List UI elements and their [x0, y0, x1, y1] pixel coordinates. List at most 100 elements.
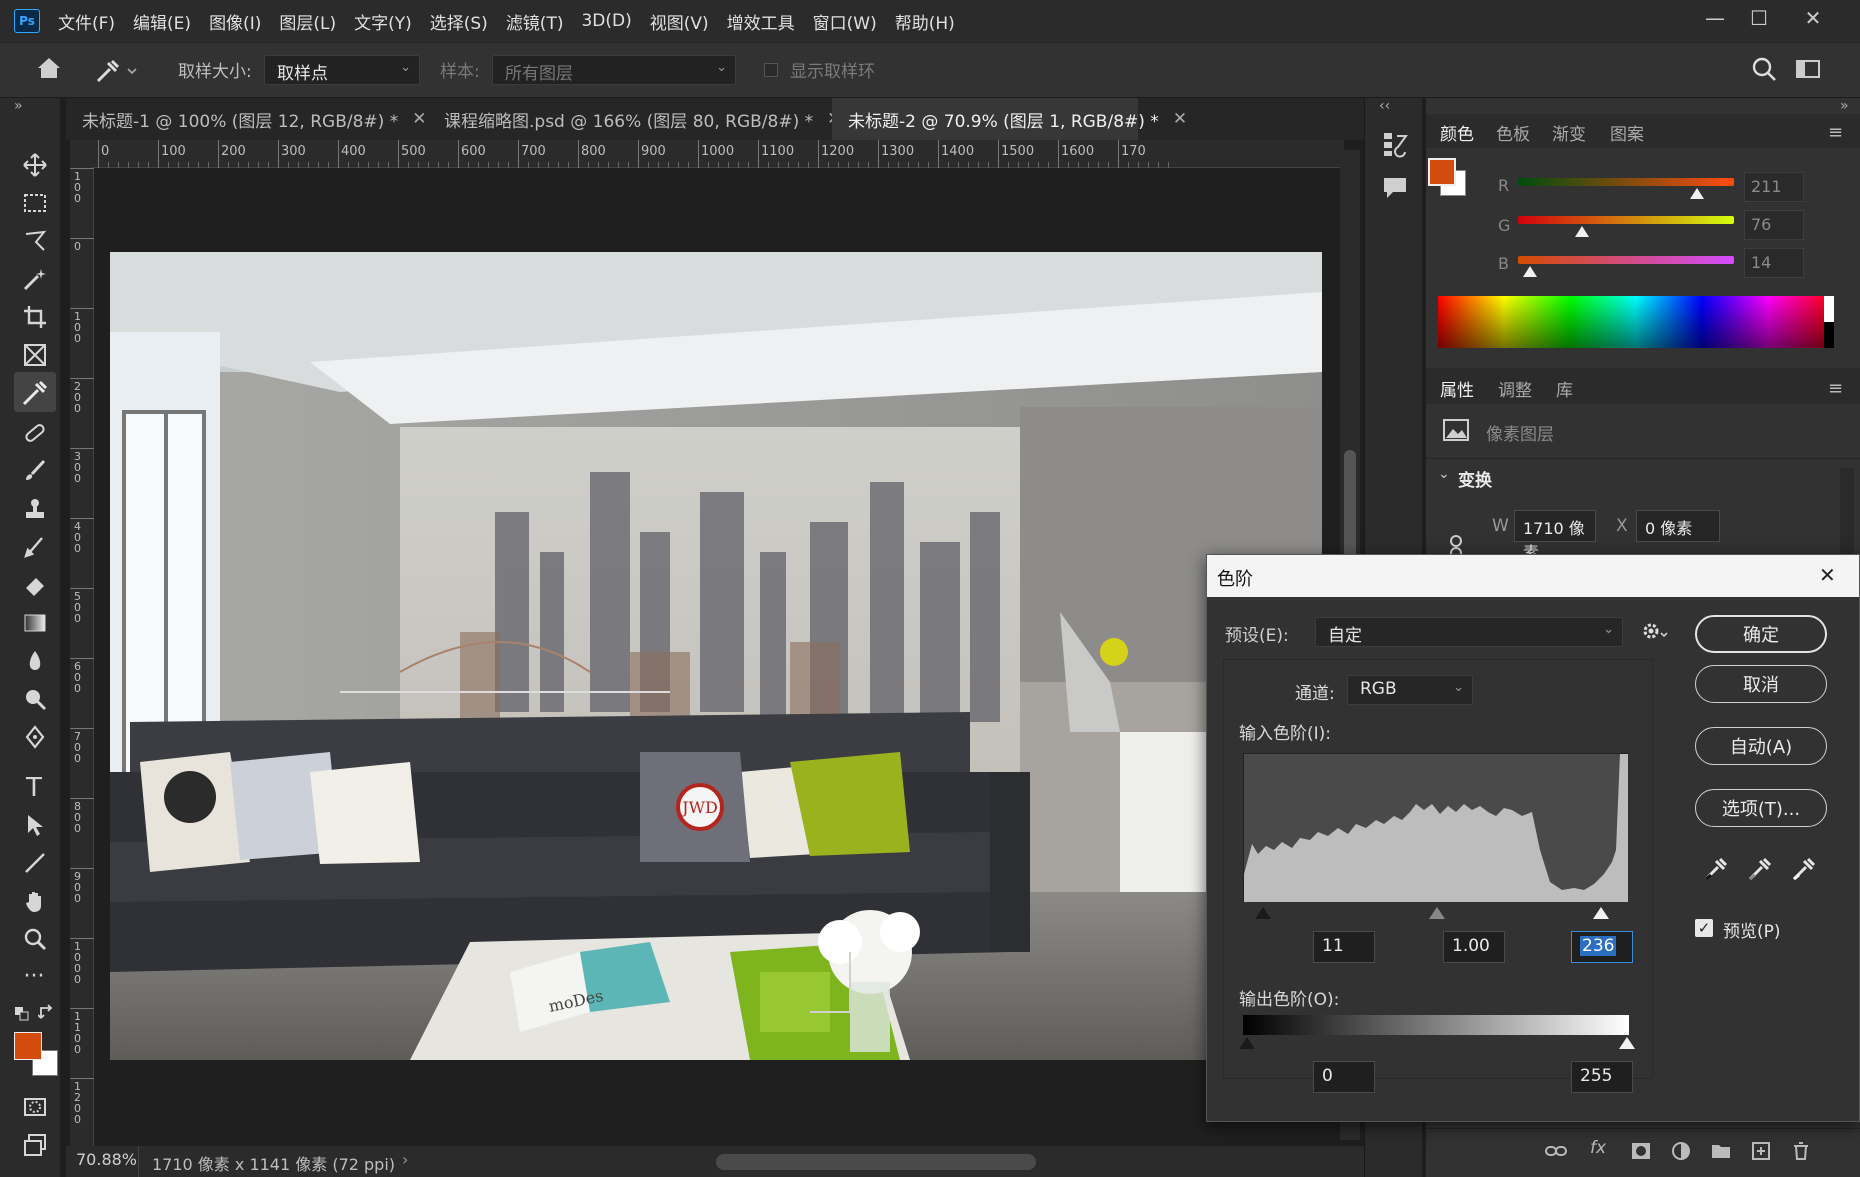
type-tool-icon[interactable]: T — [18, 772, 50, 804]
eyedropper-preset-button[interactable] — [94, 57, 144, 85]
input-black-slider[interactable] — [1255, 907, 1271, 919]
white-point-eyedropper-icon[interactable] — [1789, 855, 1817, 883]
menu-plugins[interactable]: 增效工具 — [727, 9, 795, 34]
search-button[interactable] — [1750, 55, 1778, 83]
input-white-field[interactable]: 236 — [1571, 931, 1633, 963]
menu-layer[interactable]: 图层(L) — [279, 9, 336, 34]
quick-mask-icon[interactable] — [22, 1094, 48, 1120]
close-icon[interactable]: ✕ — [1173, 109, 1187, 129]
tab-untitled-2[interactable]: 未标题-2 @ 70.9% (图层 1, RGB/8#) * ✕ — [832, 98, 1187, 140]
stamp-tool-icon[interactable] — [22, 496, 48, 522]
g-slider-thumb[interactable] — [1575, 226, 1590, 237]
foreground-color-swatch[interactable] — [14, 1032, 42, 1060]
horizontal-ruler[interactable]: 0 100 200 300 400 500 600 700 800 900 1000 1100 1200… — [92, 140, 1344, 168]
r-slider[interactable] — [1518, 178, 1734, 199]
history-panel-icon[interactable] — [1381, 130, 1409, 158]
history-brush-tool-icon[interactable] — [22, 534, 48, 560]
status-menu-arrow[interactable]: › — [402, 1150, 408, 1169]
ok-button[interactable]: 确定 — [1695, 615, 1827, 653]
tab-adjustments[interactable]: 调整 — [1498, 376, 1532, 401]
zoom-level[interactable]: 70.88% — [76, 1150, 137, 1169]
x-field[interactable]: 0 像素 — [1636, 510, 1720, 542]
g-value[interactable]: 76 — [1744, 210, 1804, 240]
tab-color[interactable]: 颜色 — [1440, 120, 1474, 145]
menu-3d[interactable]: 3D(D) — [581, 11, 631, 31]
show-ring-checkbox[interactable] — [764, 63, 778, 77]
swap-colors-icon[interactable] — [38, 1004, 56, 1022]
magic-wand-tool-icon[interactable] — [22, 266, 48, 292]
panel-menu-icon[interactable]: ≡ — [1828, 378, 1843, 399]
line-tool-icon[interactable] — [22, 850, 48, 876]
comments-panel-icon[interactable] — [1381, 174, 1409, 202]
lasso-tool-icon[interactable] — [22, 228, 48, 254]
options-button[interactable]: 选项(T)... — [1695, 789, 1827, 827]
output-white-slider[interactable] — [1619, 1037, 1635, 1049]
default-colors-icon[interactable] — [14, 1006, 30, 1022]
expand-toolbar-icon[interactable]: » — [14, 98, 23, 114]
new-group-icon[interactable] — [1710, 1140, 1732, 1162]
close-window-button[interactable]: ✕ — [1790, 0, 1836, 36]
auto-button[interactable]: 自动(A) — [1695, 727, 1827, 765]
input-gamma-slider[interactable] — [1429, 907, 1445, 919]
input-gamma-field[interactable]: 1.00 — [1443, 931, 1505, 963]
tab-swatches[interactable]: 色板 — [1496, 120, 1530, 145]
maximize-button[interactable]: ☐ — [1736, 0, 1782, 36]
new-layer-icon[interactable] — [1750, 1140, 1772, 1162]
menu-view[interactable]: 视图(V) — [650, 9, 709, 34]
menu-file[interactable]: 文件(F) — [58, 9, 115, 34]
layer-mask-icon[interactable] — [1630, 1140, 1652, 1162]
preset-options-gear-icon[interactable] — [1641, 621, 1669, 643]
b-slider-thumb[interactable] — [1522, 266, 1537, 277]
document-image[interactable]: JWD moDes — [110, 252, 1322, 1060]
path-selection-tool-icon[interactable] — [22, 812, 48, 838]
output-black-slider[interactable] — [1239, 1037, 1255, 1049]
menu-type[interactable]: 文字(Y) — [354, 9, 412, 34]
link-layers-icon[interactable] — [1544, 1140, 1568, 1162]
r-value[interactable]: 211 — [1744, 172, 1804, 202]
hand-tool-icon[interactable] — [22, 888, 48, 914]
eyedropper-tool-button[interactable] — [14, 372, 56, 412]
cancel-button[interactable]: 取消 — [1695, 665, 1827, 703]
expand-panels-icon[interactable]: » — [1840, 98, 1849, 114]
close-icon[interactable]: ✕ — [412, 109, 426, 129]
brush-tool-icon[interactable] — [22, 458, 48, 484]
levels-title-bar[interactable]: 色阶 ✕ — [1207, 555, 1859, 597]
input-white-slider[interactable] — [1593, 907, 1609, 919]
blur-tool-icon[interactable] — [22, 648, 48, 674]
menu-select[interactable]: 选择(S) — [430, 9, 488, 34]
adjustment-layer-icon[interactable] — [1670, 1140, 1692, 1162]
more-tools-icon[interactable]: ··· — [18, 960, 50, 992]
screen-mode-icon[interactable] — [22, 1132, 48, 1158]
levels-close-button[interactable]: ✕ — [1819, 563, 1836, 587]
sample-size-select[interactable]: 取样点 ⌄ — [264, 55, 420, 85]
layer-effects-icon[interactable]: fx — [1590, 1138, 1606, 1158]
dodge-tool-icon[interactable] — [22, 686, 48, 712]
channel-select[interactable]: RGB ⌄ — [1347, 675, 1473, 705]
collapse-panels-icon[interactable]: ‹‹ — [1379, 98, 1390, 114]
vertical-ruler[interactable]: 100 0 100 200 300 400 500 600 700 800 900 1000 1100 1… — [70, 168, 94, 1148]
marquee-tool-icon[interactable] — [22, 190, 48, 216]
tab-patterns[interactable]: 图案 — [1610, 120, 1644, 145]
frame-tool-icon[interactable] — [22, 342, 48, 368]
input-black-field[interactable]: 11 — [1313, 931, 1375, 963]
preview-checkbox[interactable]: ✓ — [1695, 919, 1713, 937]
output-white-field[interactable]: 255 — [1571, 1061, 1633, 1093]
width-field[interactable]: 1710 像素 — [1514, 510, 1596, 562]
tab-gradients[interactable]: 渐变 — [1552, 120, 1586, 145]
menu-help[interactable]: 帮助(H) — [895, 9, 955, 34]
gradient-tool-icon[interactable] — [22, 610, 48, 636]
output-black-field[interactable]: 0 — [1313, 1061, 1375, 1093]
b-value[interactable]: 14 — [1744, 248, 1804, 278]
ruler-origin[interactable] — [70, 140, 92, 168]
horizontal-scroll-thumb[interactable] — [716, 1154, 1036, 1170]
tab-libraries[interactable]: 库 — [1556, 376, 1573, 401]
g-slider[interactable] — [1518, 216, 1734, 237]
panel-menu-icon[interactable]: ≡ — [1828, 122, 1843, 143]
move-tool-icon[interactable] — [22, 152, 48, 178]
home-button[interactable] — [34, 53, 64, 83]
workspace-button[interactable] — [1794, 57, 1822, 81]
menu-window[interactable]: 窗口(W) — [813, 9, 877, 34]
pen-tool-icon[interactable] — [22, 724, 48, 750]
sample-select[interactable]: 所有图层 ⌄ — [492, 55, 736, 85]
tab-untitled-1[interactable]: 未标题-1 @ 100% (图层 12, RGB/8#) * ✕ — [66, 98, 442, 140]
